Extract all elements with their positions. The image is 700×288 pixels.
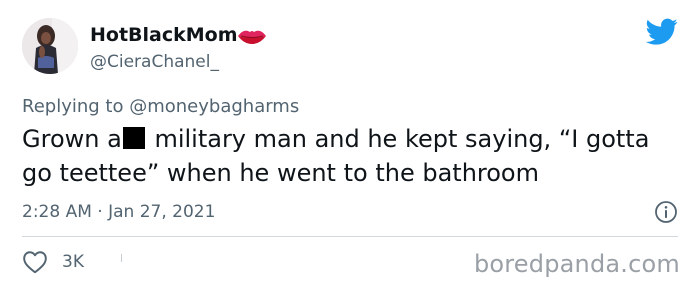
reply-mention-link[interactable]: @moneybagharms xyxy=(129,96,299,117)
like-count: 3K xyxy=(62,252,84,272)
tweet-text-part1: Grown a xyxy=(22,125,122,153)
divider xyxy=(22,236,678,237)
like-button[interactable]: 3K xyxy=(22,250,84,274)
info-icon[interactable] xyxy=(654,200,678,224)
heart-icon xyxy=(23,251,47,274)
watermark: boredpanda.com xyxy=(473,250,680,278)
censor-block xyxy=(122,127,145,149)
tweet-text: Grown a military man and he kept saying,… xyxy=(22,122,682,190)
timestamp[interactable]: 2:28 AM · Jan 27, 2021 xyxy=(22,202,215,222)
kiss-mark-icon xyxy=(238,30,266,44)
reply-divider-mark xyxy=(121,254,122,262)
user-handle[interactable]: @CieraChanel_ xyxy=(90,52,219,72)
avatar-image xyxy=(22,18,78,74)
avatar[interactable] xyxy=(22,18,78,74)
display-name[interactable]: HotBlackMom xyxy=(90,24,238,46)
twitter-bird-icon[interactable] xyxy=(646,18,678,46)
tweet-card: HotBlackMom @CieraChanel_ Replying to @m… xyxy=(0,0,700,288)
replying-to: Replying to @moneybagharms xyxy=(22,96,299,117)
replying-prefix: Replying to xyxy=(22,96,124,117)
